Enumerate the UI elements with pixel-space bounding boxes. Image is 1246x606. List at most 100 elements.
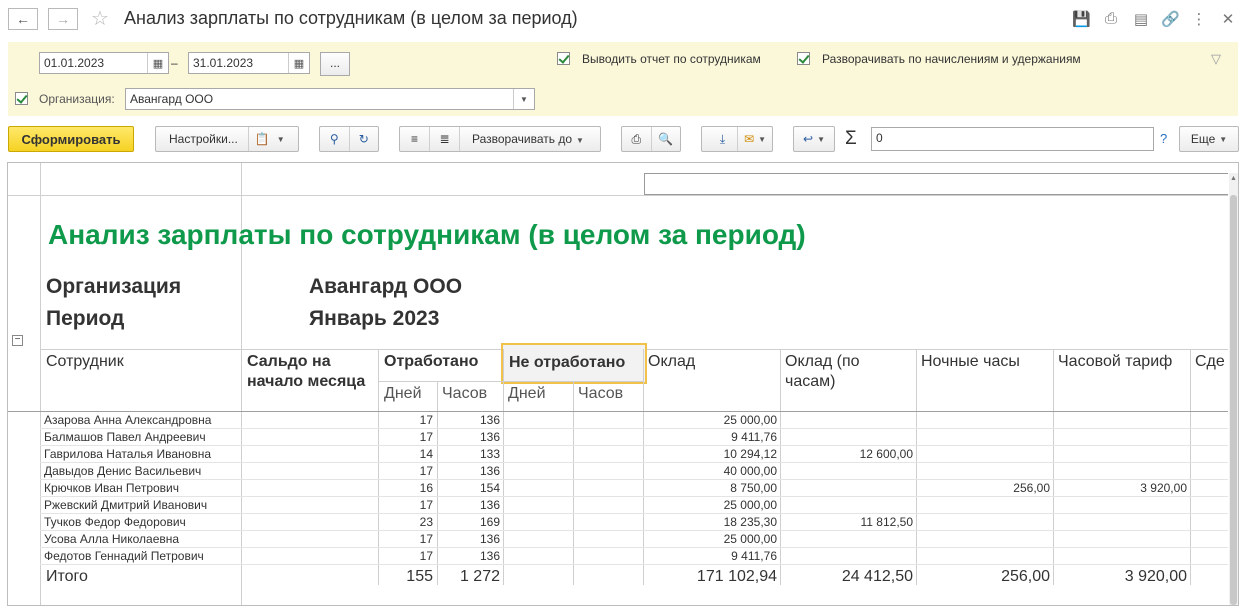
row-days: 23 <box>419 515 433 529</box>
cell-selection-box <box>644 173 1228 195</box>
row-hourly-salary: 11 812,50 <box>860 515 914 529</box>
help-icon[interactable]: ? <box>1160 131 1167 146</box>
organization-field[interactable]: Авангард ООО ▼ <box>125 88 535 110</box>
forward-button[interactable]: → <box>48 8 78 30</box>
more-button[interactable]: Еще ▼ <box>1179 126 1239 152</box>
date-to-field[interactable]: 31.01.2023 ▦ <box>188 52 310 74</box>
expand-accruals-checkbox[interactable] <box>797 52 810 65</box>
table-row[interactable]: Ржевский Дмитрий Иванович 17 136 25 000,00 <box>8 497 1228 514</box>
total-name: Итого <box>46 568 88 585</box>
total-row[interactable]: Итого 155 1 272 171 102,94 24 412,50 256,00 3 … <box>8 566 1228 585</box>
row-hourly-salary <box>780 497 913 514</box>
settings-button[interactable]: Настройки... 📋 ▼ <box>155 126 299 152</box>
table-row[interactable]: Крючков Иван Петрович 16 154 8 750,00 256,00… <box>8 480 1228 497</box>
table-row[interactable]: Усова Алла Николаевна 17 136 25 000,00 <box>8 531 1228 548</box>
date-to-value: 31.01.2023 <box>193 56 254 70</box>
date-from-field[interactable]: 01.01.2023 ▦ <box>39 52 169 74</box>
more-icon[interactable]: ⋮ <box>1190 10 1208 28</box>
table-row[interactable]: Гаврилова Наталья Ивановна 14 133 10 294,12… <box>8 446 1228 463</box>
row-night <box>916 429 1050 446</box>
scrollbar-thumb[interactable] <box>1230 195 1237 605</box>
row-hours: 136 <box>479 498 500 512</box>
period-label: Период <box>46 307 125 330</box>
row-night <box>916 446 1050 463</box>
row-hours: 154 <box>479 481 500 495</box>
organization-checkbox[interactable] <box>15 92 28 105</box>
total-hourly-salary: 24 412,50 <box>841 568 913 585</box>
by-employees-checkbox[interactable] <box>557 52 570 65</box>
favorite-star-icon[interactable]: ☆ <box>91 6 109 31</box>
row-salary: 25 000,00 <box>723 532 777 546</box>
col-night-hours: Ночные часы <box>921 353 1020 370</box>
report-spreadsheet[interactable]: − Анализ зарплаты по сотрудникам (в цело… <box>7 162 1239 606</box>
row-salary: 18 235,30 <box>723 515 777 529</box>
email-icon[interactable]: ✉ <box>738 132 754 146</box>
row-hourly-salary <box>780 548 913 565</box>
more-label: Еще <box>1190 132 1216 146</box>
preview-icon[interactable]: ▤ <box>1132 10 1150 28</box>
row-name: Гаврилова Наталья Ивановна <box>44 447 212 461</box>
by-employees-label: Выводить отчет по сотрудникам <box>582 52 761 66</box>
link-icon[interactable]: 🔗 <box>1161 10 1180 28</box>
chevron-down-icon: ▼ <box>817 134 825 144</box>
total-hours: 1 272 <box>459 568 500 585</box>
goto-button[interactable]: ↩ ▼ <box>793 126 835 152</box>
organization-value: Авангард ООО <box>130 92 214 106</box>
collapse-group-icon[interactable]: − <box>12 335 23 346</box>
table-row[interactable]: Азарова Анна Александровна 17 136 25 000,00 <box>8 412 1228 429</box>
scroll-up-icon[interactable]: ▲ <box>1230 175 1237 182</box>
col-hourly-rate: Часовой тариф <box>1058 353 1173 370</box>
save-icon[interactable]: 💾 <box>1072 10 1091 28</box>
row-days: 17 <box>419 532 433 546</box>
vertical-scrollbar[interactable]: ▲ <box>1229 173 1238 605</box>
selected-cell[interactable]: Не отработано <box>501 343 647 384</box>
period-select-button[interactable]: ... <box>320 52 350 76</box>
row-name: Крючков Иван Петрович <box>44 481 179 495</box>
row-rate <box>1053 514 1187 531</box>
print-icon[interactable]: ⎙ <box>1102 10 1120 27</box>
print-preview-icon[interactable]: 🔍 <box>652 132 681 146</box>
row-name: Азарова Анна Александровна <box>44 413 212 427</box>
collapse-all-icon[interactable]: ≣ <box>430 132 459 146</box>
organization-label: Организация: <box>39 92 115 106</box>
col-balance: Сальдо на начало месяца <box>247 353 366 390</box>
row-days: 14 <box>419 447 433 461</box>
calendar-icon[interactable]: ▦ <box>147 53 168 73</box>
table-row[interactable]: Федотов Геннадий Петрович 17 136 9 411,76 <box>8 548 1228 565</box>
row-hourly-salary <box>780 412 913 429</box>
report-title: Анализ зарплаты по сотрудникам (в целом … <box>48 219 806 250</box>
row-hours: 136 <box>479 413 500 427</box>
return-arrow-icon: ↩ <box>803 132 814 146</box>
expand-all-icon[interactable]: ≡ <box>400 132 429 146</box>
table-row[interactable]: Тучков Федор Федорович 23 169 18 235,30 11 8… <box>8 514 1228 531</box>
chevron-down-icon: ▼ <box>758 134 766 144</box>
back-button[interactable]: ← <box>8 8 38 30</box>
expand-to-label: Разворачивать до <box>472 132 573 146</box>
close-icon[interactable]: ✕ <box>1219 10 1237 28</box>
row-hours: 136 <box>479 549 500 563</box>
row-rate <box>1053 548 1187 565</box>
table-row[interactable]: Давыдов Денис Васильевич 17 136 40 000,00 <box>8 463 1228 480</box>
row-rate <box>1053 531 1187 548</box>
sum-field[interactable]: 0 <box>871 127 1154 151</box>
expand-to-button[interactable]: Разворачивать до ▼ <box>460 132 584 146</box>
variants-icon[interactable]: 📋 <box>249 132 273 146</box>
table-row[interactable]: Балмашов Павел Андреевич 17 136 9 411,76 <box>8 429 1228 446</box>
filter-icon[interactable]: ▽ <box>1211 51 1221 67</box>
export-group: ⤓ ✉ ▼ <box>701 126 773 152</box>
chevron-down-icon[interactable]: ▼ <box>513 89 534 109</box>
print-icon[interactable]: ⎙ <box>622 132 651 147</box>
col-employee: Сотрудник <box>46 353 124 370</box>
row-salary: 25 000,00 <box>723 498 777 512</box>
col-notworked-days: Дней <box>508 385 546 402</box>
search-next-icon[interactable]: ↻ <box>350 132 379 146</box>
row-days: 17 <box>419 430 433 444</box>
settings-label: Настройки... <box>169 132 238 146</box>
search-icon[interactable]: ⚲ <box>320 132 349 146</box>
download-icon[interactable]: ⤓ <box>708 132 737 147</box>
divider <box>8 195 1228 196</box>
row-rate <box>1053 497 1187 514</box>
generate-button[interactable]: Сформировать <box>8 126 134 152</box>
row-night <box>916 412 1050 429</box>
calendar-icon[interactable]: ▦ <box>288 53 309 73</box>
